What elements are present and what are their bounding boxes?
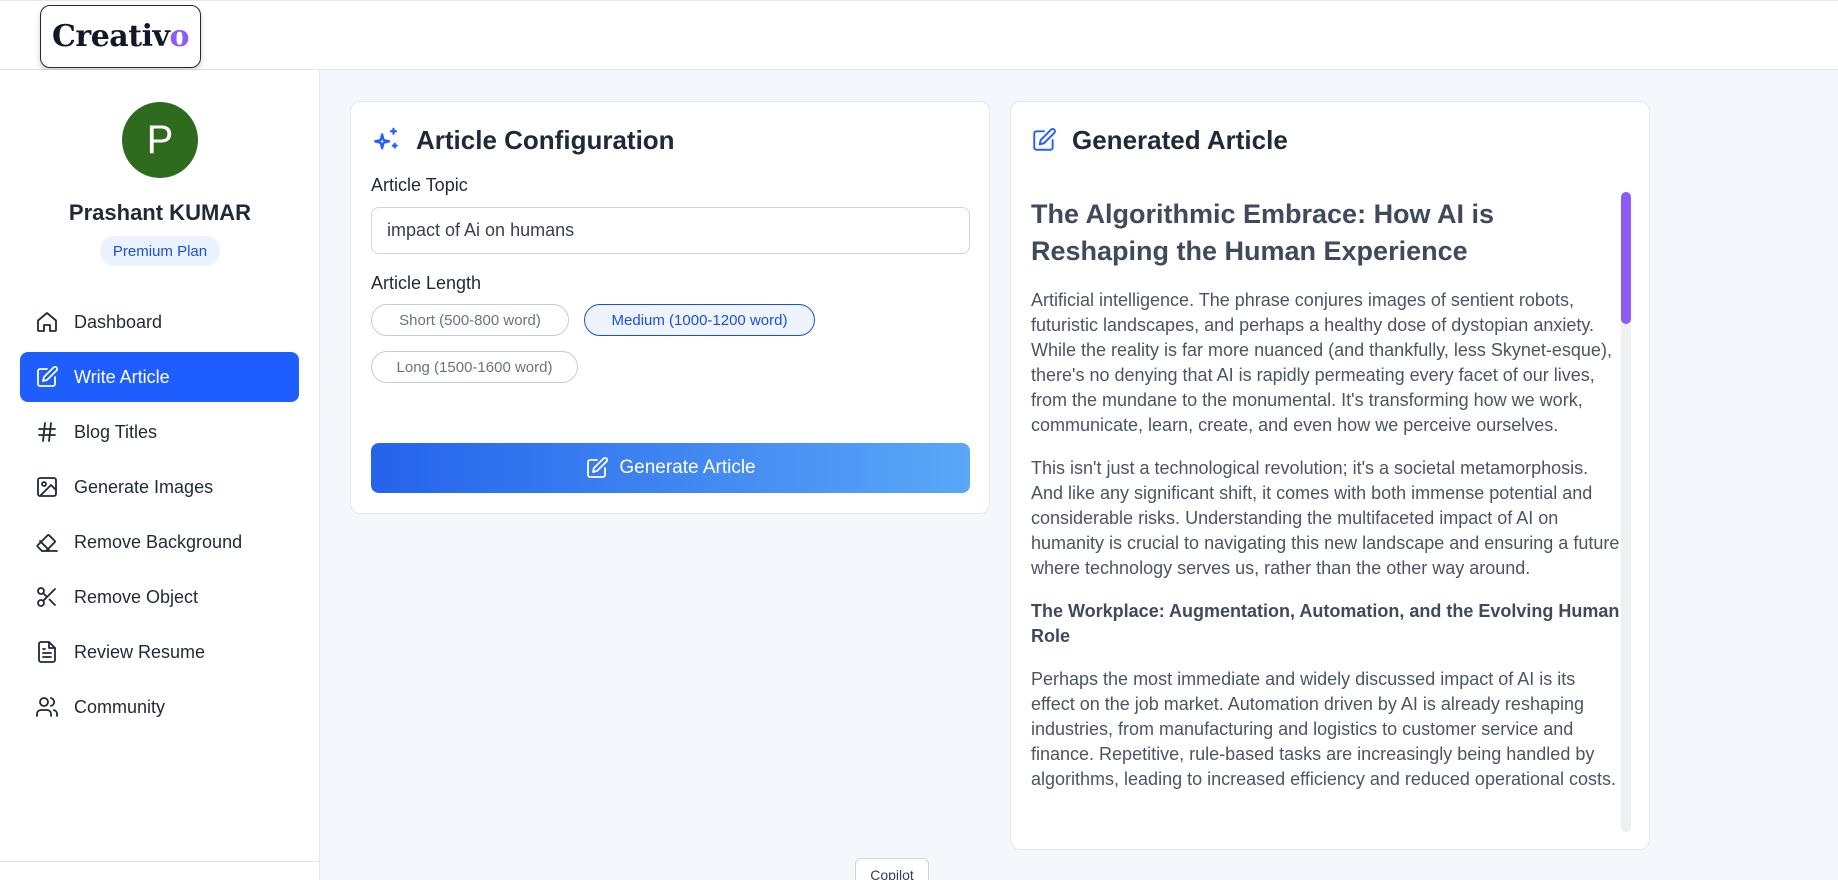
article-header: Generated Article — [1031, 122, 1288, 158]
hash-icon — [35, 420, 59, 444]
plan-badge: Premium Plan — [100, 236, 220, 266]
length-option-long[interactable]: Long (1500-1600 word) — [371, 351, 578, 383]
avatar[interactable]: P — [122, 102, 198, 178]
sidebar-item-label: Generate Images — [74, 476, 214, 497]
edit-icon — [35, 365, 59, 389]
file-text-icon — [35, 640, 59, 664]
sidebar-item-community[interactable]: Community — [20, 682, 299, 732]
edit-icon — [1033, 128, 1056, 151]
user-name: Prashant KUMAR — [68, 200, 252, 225]
sidebar-item-label: Blog Titles — [74, 421, 158, 442]
scrollbar-track[interactable] — [1621, 192, 1631, 832]
config-header: Article Configuration — [371, 122, 675, 158]
copilot-tab[interactable]: Copilot — [855, 858, 929, 880]
sidebar-nav: Dashboard Write Article Blog Titles Gene… — [20, 297, 299, 737]
generate-article-button[interactable]: Generate Article — [371, 443, 970, 493]
edit-icon — [587, 457, 609, 478]
article-subheading: The Workplace: Augmentation, Automation,… — [1031, 601, 1620, 646]
config-title: Article Configuration — [416, 124, 675, 155]
article-topic-label: Article Topic — [371, 175, 468, 195]
article-paragraph: This isn't just a technological revoluti… — [1031, 458, 1620, 578]
sidebar-item-dashboard[interactable]: Dashboard — [20, 297, 299, 347]
top-bar: Creativ o — [0, 0, 1838, 70]
article-heading: The Algorithmic Embrace: How AI is Resha… — [1031, 199, 1495, 266]
article-paragraph: Artificial intelligence. The phrase conj… — [1031, 290, 1612, 435]
sidebar-item-label: Remove Background — [74, 531, 243, 552]
image-icon — [35, 475, 59, 499]
logo-text: Creativ — [52, 19, 170, 54]
sidebar-item-label: Remove Object — [74, 586, 199, 607]
length-option-short[interactable]: Short (500-800 word) — [371, 304, 569, 336]
article-configuration-panel: Article Configuration Article Topic Arti… — [350, 101, 990, 514]
generate-article-label: Generate Article — [619, 457, 756, 478]
home-icon — [35, 310, 59, 334]
sidebar-divider — [0, 861, 320, 862]
article-panel-title: Generated Article — [1072, 124, 1288, 155]
article-content[interactable]: The Algorithmic Embrace: How AI is Resha… — [1031, 192, 1631, 832]
sidebar-item-review-resume[interactable]: Review Resume — [20, 627, 299, 677]
sidebar-item-label: Write Article — [74, 366, 170, 387]
scrollbar-thumb[interactable] — [1621, 192, 1631, 324]
article-length-label: Article Length — [371, 273, 482, 293]
users-icon — [35, 695, 59, 719]
article-topic-input[interactable] — [371, 207, 970, 254]
sidebar: P Prashant KUMAR Premium Plan Dashboard … — [0, 70, 320, 880]
article-body: The Algorithmic Embrace: How AI is Resha… — [1031, 196, 1621, 792]
logo-accent: o — [169, 19, 189, 54]
sidebar-item-label: Review Resume — [74, 641, 206, 662]
app-logo[interactable]: Creativ o — [40, 5, 201, 68]
sidebar-item-blog-titles[interactable]: Blog Titles — [20, 407, 299, 457]
sidebar-item-label: Dashboard — [74, 311, 163, 332]
eraser-icon — [35, 530, 59, 554]
sidebar-item-label: Community — [74, 696, 166, 717]
sidebar-item-remove-object[interactable]: Remove Object — [20, 572, 299, 622]
scissors-icon — [35, 585, 59, 609]
sidebar-item-write-article[interactable]: Write Article — [20, 352, 299, 402]
article-paragraph: Perhaps the most immediate and widely di… — [1031, 669, 1617, 789]
sidebar-item-remove-background[interactable]: Remove Background — [20, 517, 299, 567]
length-option-medium[interactable]: Medium (1000-1200 word) — [584, 304, 815, 336]
sparkles-icon — [374, 127, 398, 150]
sidebar-item-generate-images[interactable]: Generate Images — [20, 462, 299, 512]
generated-article-panel: Generated Article The Algorithmic Embrac… — [1010, 101, 1650, 850]
